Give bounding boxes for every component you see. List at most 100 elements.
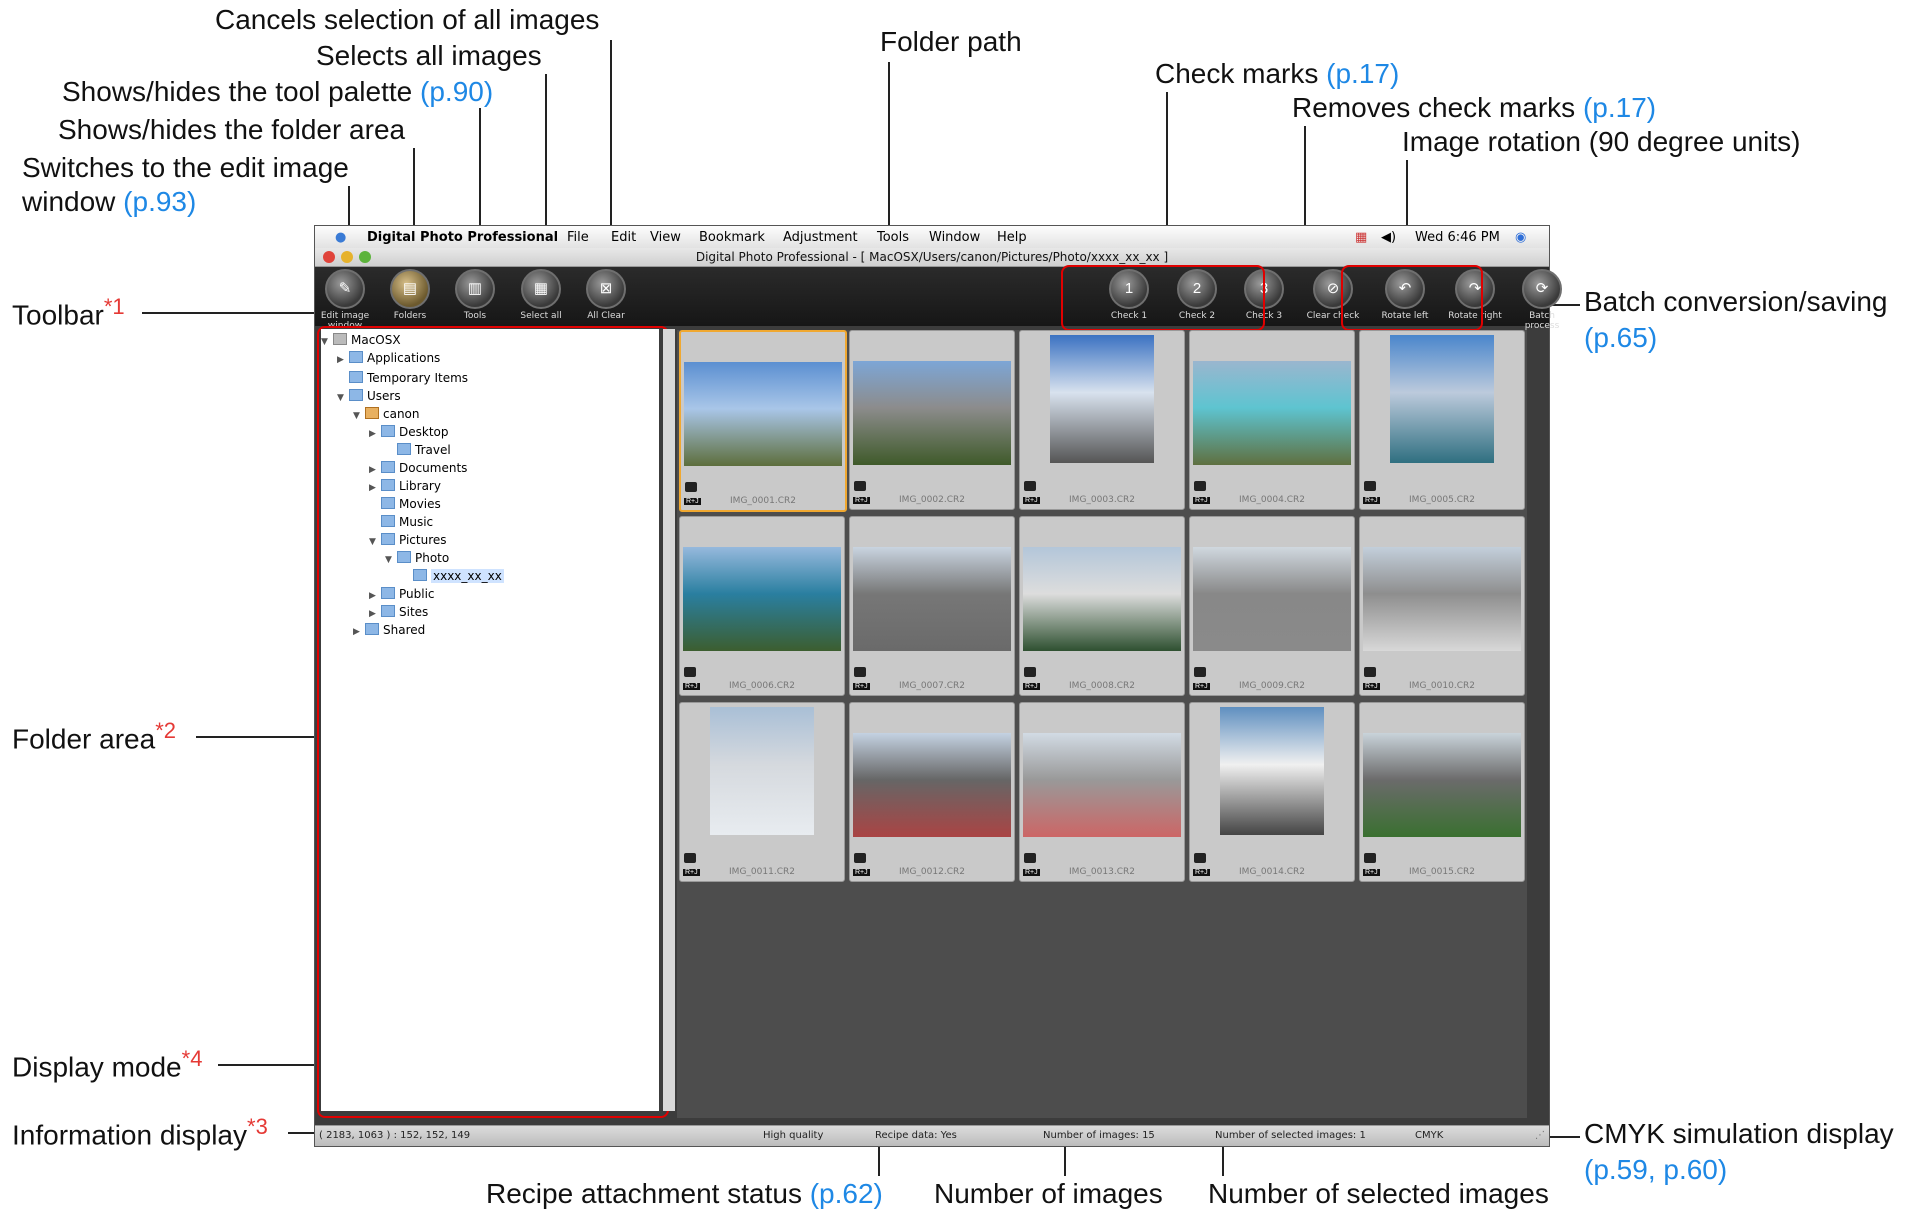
folder-icon xyxy=(365,623,379,635)
tree-item[interactable]: ▶ Documents xyxy=(369,461,467,475)
thumbnail-image[interactable] xyxy=(1193,547,1351,651)
tree-item[interactable]: ▶ Public xyxy=(369,587,435,601)
leader-num-selected xyxy=(1222,1146,1224,1176)
menu-file[interactable]: File xyxy=(567,230,589,245)
tree-item[interactable]: ▼ canon xyxy=(353,407,420,421)
thumbnail-cell[interactable]: R+J IMG_0012.CR2 xyxy=(849,702,1015,882)
annotation-rotation: Image rotation (90 degree units) xyxy=(1402,126,1801,157)
thumbnail-image[interactable] xyxy=(1023,733,1181,837)
thumbnail-cell[interactable]: R+J IMG_0004.CR2 xyxy=(1189,330,1355,510)
thumbnail-image[interactable] xyxy=(710,707,814,835)
resize-grip-icon[interactable]: ⋰ xyxy=(1535,1130,1545,1141)
apple-icon[interactable]: ● xyxy=(335,230,346,245)
camera-icon xyxy=(684,853,696,863)
menu-adjustment[interactable]: Adjustment xyxy=(783,230,858,245)
tree-item[interactable]: Temporary Items xyxy=(337,371,468,385)
thumbnail-cell[interactable]: R+J IMG_0014.CR2 xyxy=(1189,702,1355,882)
thumbnail-image[interactable] xyxy=(683,547,841,651)
camera-icon xyxy=(1194,667,1206,677)
toolbar: ✎ Edit image window ▤ Folders ▥ Tools ▦ Sele… xyxy=(315,265,1562,331)
annotation-folder-toggle: Shows/hides the folder area xyxy=(58,114,406,145)
menu-tools[interactable]: Tools xyxy=(877,230,909,245)
all-clear-button[interactable]: ⊠ All Clear xyxy=(576,269,636,325)
menu-edit[interactable]: Edit xyxy=(611,230,636,245)
thumbnail-image[interactable] xyxy=(853,547,1011,651)
annotation-toolbar: Toolbar*1 xyxy=(12,294,125,331)
thumbnail-image[interactable] xyxy=(1363,733,1521,837)
leader-folder-area xyxy=(196,736,318,738)
tree-item[interactable]: Travel xyxy=(385,443,451,457)
tree-item[interactable]: ▶ Shared xyxy=(353,623,425,637)
thumbnail-image[interactable] xyxy=(684,362,842,466)
menu-app-name[interactable]: Digital Photo Professional xyxy=(367,230,558,245)
splitter[interactable] xyxy=(663,329,675,1111)
tree-item[interactable]: ▼ Users xyxy=(337,389,401,403)
thumbnail-cell[interactable]: R+J IMG_0015.CR2 xyxy=(1359,702,1525,882)
menu-bookmark[interactable]: Bookmark xyxy=(699,230,765,245)
thumbnail-image[interactable] xyxy=(1220,707,1324,835)
thumbnail-cell[interactable]: R+J IMG_0005.CR2 xyxy=(1359,330,1525,510)
folders-button[interactable]: ▤ Folders xyxy=(380,269,440,325)
thumbnail-cell[interactable]: R+J IMG_0013.CR2 xyxy=(1019,702,1185,882)
annotation-info-display: Information display*3 xyxy=(12,1114,268,1151)
folder-icon xyxy=(381,587,395,599)
menu-window[interactable]: Window xyxy=(929,230,980,245)
leader-num-images xyxy=(1064,1146,1066,1176)
folder-icon xyxy=(381,461,395,473)
flag-icon[interactable]: ▦ xyxy=(1355,230,1367,245)
annotation-cmyk-ref: (p.59, p.60) xyxy=(1584,1154,1728,1185)
camera-icon xyxy=(854,853,866,863)
tree-item[interactable]: ▼ Pictures xyxy=(369,533,447,547)
select-all-icon: ▦ xyxy=(521,269,561,309)
thumbnail-filename: IMG_0012.CR2 xyxy=(899,867,965,877)
thumbnail-cell[interactable]: R+J IMG_0010.CR2 xyxy=(1359,516,1525,696)
thumbnail-cell[interactable]: R+J IMG_0008.CR2 xyxy=(1019,516,1185,696)
tools-button[interactable]: ▥ Tools xyxy=(445,269,505,325)
tree-item[interactable]: ▼ MacOSX xyxy=(321,333,401,347)
tree-item[interactable]: Music xyxy=(369,515,433,529)
thumbnail-cell[interactable]: R+J IMG_0007.CR2 xyxy=(849,516,1015,696)
edit-image-window-button[interactable]: ✎ Edit image window xyxy=(315,269,375,331)
thumbnail-cell[interactable]: R+J IMG_0003.CR2 xyxy=(1019,330,1185,510)
annotation-batch-ref: (p.65) xyxy=(1584,322,1658,353)
menu-help[interactable]: Help xyxy=(997,230,1027,245)
thumbnail-image[interactable] xyxy=(1050,335,1154,463)
thumbnail-image[interactable] xyxy=(1363,547,1521,651)
thumbnail-cell[interactable]: R+J IMG_0009.CR2 xyxy=(1189,516,1355,696)
volume-icon[interactable]: ◀) xyxy=(1381,230,1396,245)
annotation-num-selected: Number of selected images xyxy=(1208,1178,1549,1209)
thumbnail-cell[interactable]: R+J IMG_0011.CR2 xyxy=(679,702,845,882)
thumbnail-filename: IMG_0009.CR2 xyxy=(1239,681,1305,691)
thumbnail-image[interactable] xyxy=(1023,547,1181,651)
folder-icon xyxy=(397,551,411,563)
select-all-button[interactable]: ▦ Select all xyxy=(511,269,571,325)
annotation-cancel-all: Cancels selection of all images xyxy=(215,4,600,35)
thumbnail-cell[interactable]: R+J IMG_0002.CR2 xyxy=(849,330,1015,510)
folder-icon xyxy=(413,569,427,581)
tree-item-selected[interactable]: xxxx_xx_xx xyxy=(401,569,504,583)
menu-view[interactable]: View xyxy=(650,230,681,245)
thumbnail-image[interactable] xyxy=(1193,361,1351,465)
display-mode[interactable]: High quality xyxy=(763,1130,823,1141)
camera-icon xyxy=(685,482,697,492)
thumbnail-filename: IMG_0004.CR2 xyxy=(1239,495,1305,505)
tree-item[interactable]: ▼ Photo xyxy=(385,551,449,565)
folder-icon xyxy=(381,497,395,509)
thumbnail-image[interactable] xyxy=(853,361,1011,465)
tree-item[interactable]: ▶ Desktop xyxy=(369,425,449,439)
tree-item[interactable]: ▶ Applications xyxy=(337,351,440,365)
batch-process-button[interactable]: ⟳ Batch process xyxy=(1512,269,1572,331)
tree-item[interactable]: ▶ Sites xyxy=(369,605,428,619)
folder-icon xyxy=(349,351,363,363)
thumbnail-image[interactable] xyxy=(853,733,1011,837)
thumbnail-filename: IMG_0006.CR2 xyxy=(729,681,795,691)
leader-recipe xyxy=(878,1146,880,1176)
thumbnail-image[interactable] xyxy=(1390,335,1494,463)
thumbnail-cell[interactable]: R+J IMG_0006.CR2 xyxy=(679,516,845,696)
spotlight-icon[interactable]: ◉ xyxy=(1515,230,1526,245)
cmyk-display[interactable]: CMYK xyxy=(1415,1130,1443,1141)
thumbnail-cell[interactable]: R+J IMG_0001.CR2 xyxy=(679,330,847,512)
thumbnail-filename: IMG_0003.CR2 xyxy=(1069,495,1135,505)
tree-item[interactable]: ▶ Library xyxy=(369,479,441,493)
tree-item[interactable]: Movies xyxy=(369,497,441,511)
